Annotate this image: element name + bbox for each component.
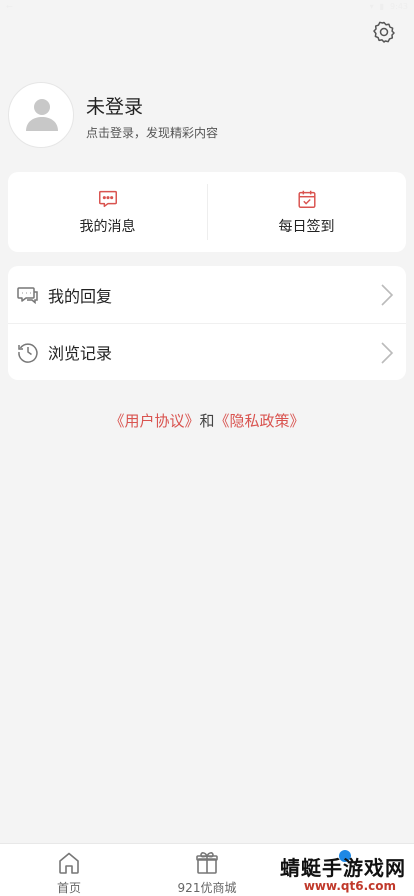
daily-checkin-button[interactable]: 每日签到: [207, 172, 406, 252]
quick-actions-card: 我的消息 每日签到: [8, 172, 406, 252]
login-status[interactable]: 未登录: [86, 92, 143, 119]
daily-checkin-label: 每日签到: [278, 219, 335, 235]
login-prompt: 点击登录，发现精彩内容: [86, 126, 219, 140]
chevron-right-icon: [381, 284, 394, 306]
battery-icon: ▮: [379, 2, 385, 11]
my-messages-label: 我的消息: [79, 219, 136, 235]
menu-item-history[interactable]: 浏览记录: [8, 323, 406, 380]
watermark: 蜻蜓手游戏网 www.qt6.com: [280, 852, 406, 893]
profile-header[interactable]: 未登录 点击登录，发现精彩内容: [8, 82, 406, 148]
user-agreement-link[interactable]: 《用户协议》: [109, 412, 199, 430]
tab-home-label: 首页: [56, 881, 81, 895]
status-bar: ← ▾ ▮ 9:43: [0, 0, 414, 16]
tab-shop[interactable]: 921优商城: [138, 844, 276, 896]
watermark-title: 蜻蜓手游戏网: [280, 856, 406, 880]
gear-icon: [373, 21, 395, 43]
user-icon: [26, 99, 58, 131]
policy-links: 《用户协议》和《隐私政策》: [0, 410, 414, 431]
policy-conjunction: 和: [199, 412, 215, 430]
status-icons: ▾ ▮ 9:43: [370, 2, 408, 11]
reply-icon: [17, 286, 38, 304]
clock: 9:43: [390, 2, 408, 11]
menu-item-label: 我的回复: [48, 286, 113, 306]
privacy-policy-link[interactable]: 《隐私政策》: [215, 412, 305, 430]
calendar-check-icon: [297, 190, 316, 208]
avatar[interactable]: [8, 82, 74, 148]
tab-shop-label: 921优商城: [177, 881, 237, 895]
tab-home[interactable]: 首页: [0, 844, 138, 896]
menu-card: 我的回复 浏览记录: [8, 266, 406, 380]
message-icon: [98, 190, 117, 208]
my-messages-button[interactable]: 我的消息: [8, 172, 207, 252]
shop-icon: [196, 852, 218, 874]
back-indicator: ←: [6, 2, 13, 11]
home-icon: [59, 852, 79, 874]
menu-item-label: 浏览记录: [48, 344, 113, 363]
menu-item-replies[interactable]: 我的回复: [8, 266, 406, 323]
history-icon: [18, 343, 38, 363]
settings-button[interactable]: [372, 20, 396, 44]
wifi-icon: ▾: [369, 2, 374, 11]
watermark-url: www.qt6.com: [303, 879, 396, 893]
chevron-right-icon: [381, 342, 394, 364]
